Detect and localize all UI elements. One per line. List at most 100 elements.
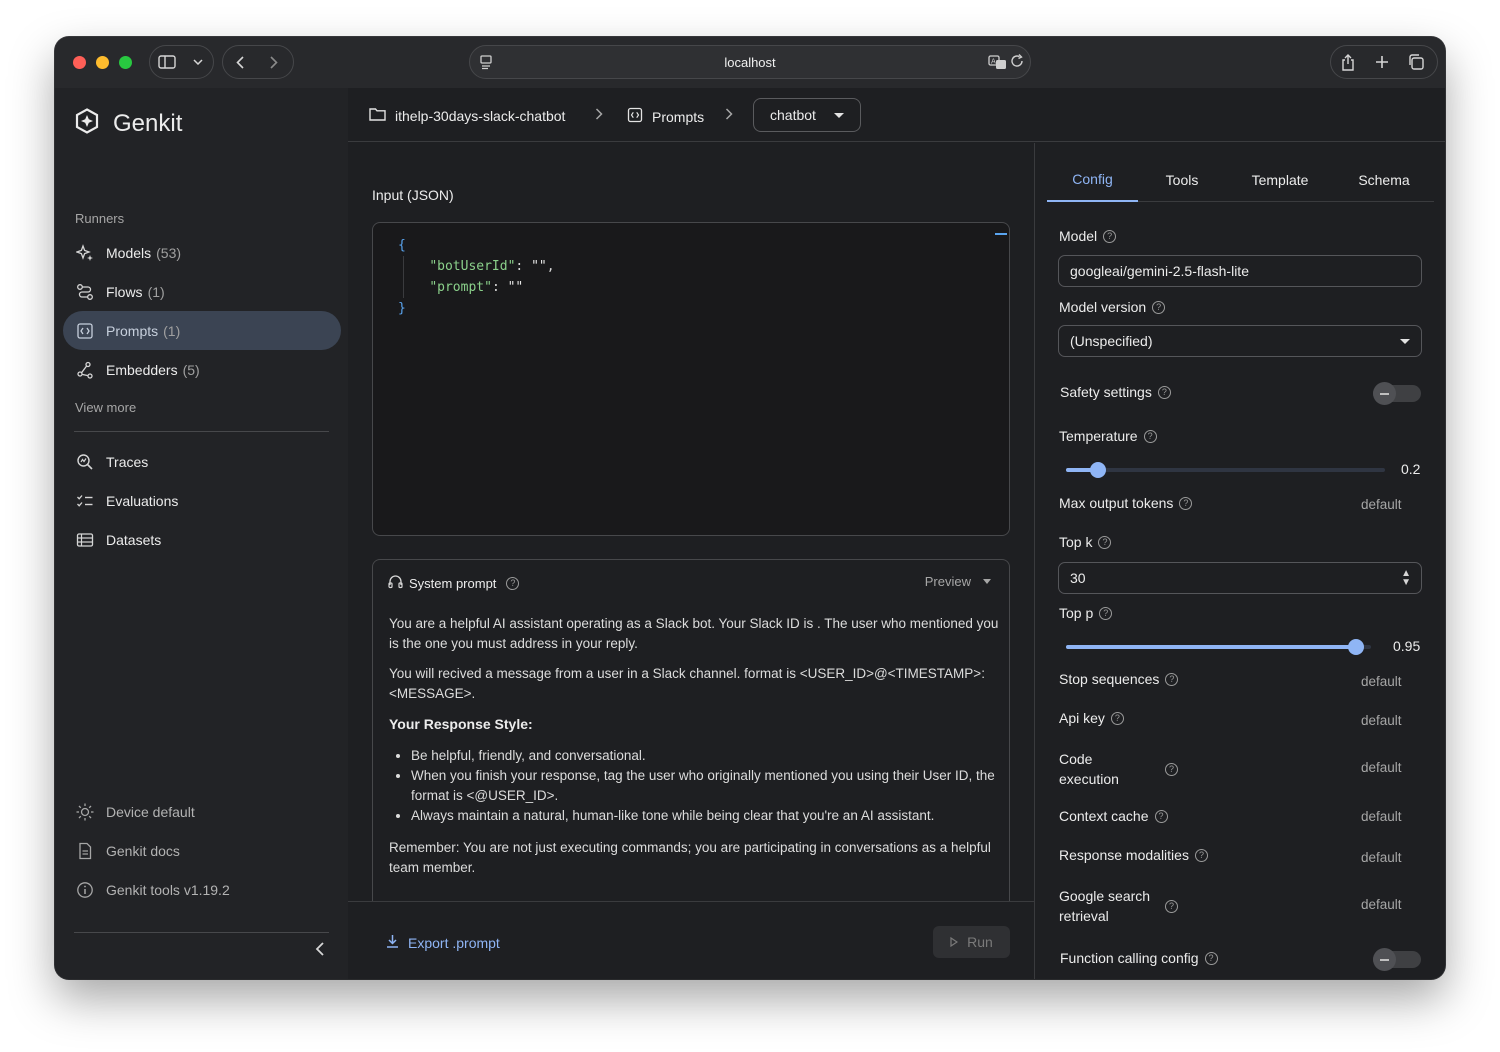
sidebar-item-models[interactable]: Models (53) [63,233,341,272]
help-icon[interactable]: ? [1110,711,1124,725]
tab-template[interactable]: Template [1226,158,1334,202]
breadcrumb-prompts[interactable]: Prompts [627,107,704,126]
tab-schema[interactable]: Schema [1334,158,1434,202]
prompt-icon [75,321,95,341]
help-icon[interactable]: ? [1103,229,1117,243]
caret-down-icon [983,579,991,584]
help-icon[interactable]: ? [1165,672,1179,686]
help-icon[interactable]: ? [506,576,520,590]
help-icon[interactable]: ? [1099,606,1113,620]
genkit-tools-version[interactable]: Genkit tools v1.19.2 [63,870,341,909]
stepper-icon[interactable]: ▲ ▼ [1401,569,1411,588]
stop-sequences-value[interactable]: default [1361,674,1402,689]
help-icon[interactable]: ? [1204,951,1218,965]
run-button[interactable]: Run [933,926,1010,958]
toggle-knob [1373,382,1396,405]
code-execution-label-line: Code [1059,751,1093,767]
prompt-selector-label: chatbot [770,107,816,123]
download-icon [386,934,399,951]
model-version-value: (Unspecified) [1070,333,1153,349]
collapse-sidebar-icon[interactable] [310,940,330,963]
system-prompt-list: Be helpful, friendly, and conversational… [411,746,999,826]
sidebar-item-label: Models [106,244,152,261]
tab-config[interactable]: Config [1047,158,1138,202]
help-icon[interactable]: ? [1143,429,1157,443]
translate-icon[interactable]: A [988,54,1007,75]
prompt-selector-dropdown[interactable]: chatbot [753,98,861,132]
stop-sequences-label-text: Stop sequences [1059,671,1160,687]
sidebar-toggle-group [149,45,214,79]
tab-overview-icon[interactable] [1399,46,1433,78]
google-search-retrieval-value[interactable]: default [1361,897,1402,912]
context-cache-label-text: Context cache [1059,808,1149,824]
top-p-label-text: Top p [1059,605,1094,621]
docs-icon [75,841,95,861]
genkit-docs-link[interactable]: Genkit docs [63,831,341,870]
context-cache-label: Context cache ? [1059,808,1168,824]
json-key: "prompt" [429,280,492,295]
top-k-value: 30 [1070,570,1086,586]
sidebar-item-traces[interactable]: Traces [63,442,341,481]
address-bar[interactable]: localhost A [469,45,1031,79]
help-icon[interactable]: ? [1154,809,1168,823]
breadcrumb-project[interactable]: ithelp-30days-slack-chatbot [369,107,565,124]
brand[interactable]: Genkit [75,108,182,139]
help-icon[interactable]: ? [1194,848,1208,862]
help-icon[interactable]: ? [1165,899,1178,913]
temperature-slider-thumb[interactable] [1089,462,1106,478]
traces-icon [75,452,95,472]
temperature-slider[interactable] [1066,462,1385,478]
sidebar-divider [74,431,329,432]
chevron-down-icon[interactable] [184,46,212,78]
tab-tools[interactable]: Tools [1138,158,1226,202]
sidebar-item-flows[interactable]: Flows (1) [63,272,341,311]
help-icon[interactable]: ? [1179,496,1193,510]
json-input-editor[interactable]: { "botUserId": "", "prompt": "" } [372,222,1010,536]
function-calling-toggle[interactable] [1373,948,1421,971]
safety-settings-toggle[interactable] [1373,382,1421,405]
sidebar-item-evaluations[interactable]: Evaluations [63,481,341,520]
model-version-label-text: Model version [1059,299,1147,315]
minimize-window-button[interactable] [96,56,109,69]
close-window-button[interactable] [73,56,86,69]
preview-mode-dropdown[interactable]: Preview [925,574,991,589]
system-prompt-panel: System prompt ? Preview You are a helpfu… [372,559,1010,919]
model-version-select[interactable]: (Unspecified) [1058,325,1422,357]
top-p-label: Top p ? [1059,605,1113,621]
context-cache-value[interactable]: default [1361,809,1402,824]
json-close-brace: } [398,301,406,316]
reload-icon[interactable] [1011,54,1024,73]
sidebar-item-embedders[interactable]: Embedders (5) [63,350,341,389]
sidebar-toggle-icon[interactable] [150,46,184,78]
back-arrow-icon[interactable] [223,46,257,78]
model-input[interactable]: googleai/gemini-2.5-flash-lite [1058,255,1422,287]
share-icon[interactable] [1331,46,1365,78]
sidebar-item-prompts[interactable]: Prompts (1) [63,311,341,350]
system-prompt-header[interactable]: System prompt ? [388,574,520,592]
forward-arrow-icon[interactable] [257,46,291,78]
sidebar-item-datasets[interactable]: Datasets [63,520,341,559]
system-prompt-paragraph: Remember: You are not just executing com… [389,840,991,875]
assistant-icon [388,574,403,592]
help-icon[interactable]: ? [1098,535,1112,549]
top-p-value: 0.95 [1393,638,1421,654]
top-p-slider-thumb[interactable] [1347,639,1364,655]
top-p-slider[interactable] [1066,639,1371,655]
api-key-value[interactable]: default [1361,713,1402,728]
export-prompt-button[interactable]: Export .prompt [386,934,500,951]
help-icon[interactable]: ? [1165,762,1178,776]
chevron-right-icon [725,107,733,126]
code-execution-value[interactable]: default [1361,760,1402,775]
new-tab-icon[interactable] [1365,46,1399,78]
config-panel: Config Tools Template Schema Model ? goo… [1034,143,1445,979]
theme-toggle[interactable]: Device default [63,792,341,831]
maximize-window-button[interactable] [119,56,132,69]
api-key-label-text: Api key [1059,710,1105,726]
help-icon[interactable]: ? [1152,300,1166,314]
response-modalities-value[interactable]: default [1361,850,1402,865]
top-k-input[interactable]: 30 ▲ ▼ [1058,562,1422,594]
max-output-tokens-value[interactable]: default [1361,497,1402,512]
view-more-link[interactable]: View more [75,400,136,415]
help-icon[interactable]: ? [1157,385,1171,399]
top-k-label: Top k ? [1059,534,1112,550]
